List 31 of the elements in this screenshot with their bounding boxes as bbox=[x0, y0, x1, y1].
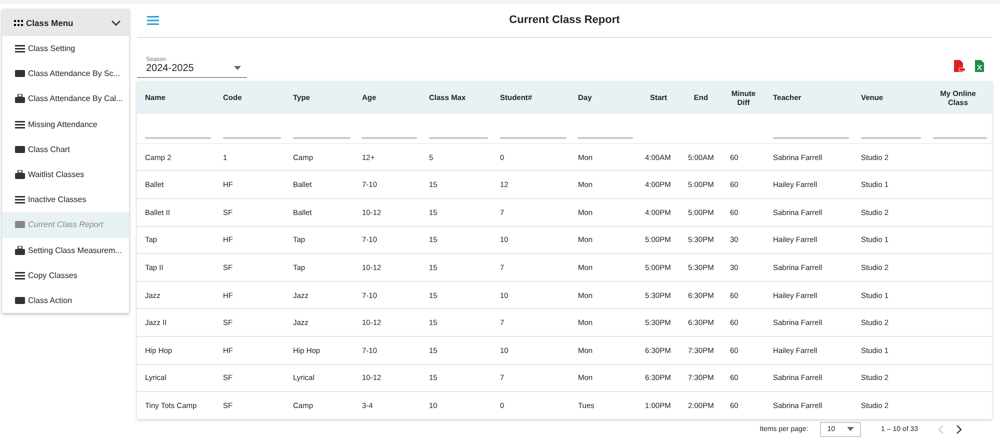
menu-item-icon bbox=[15, 220, 25, 230]
menu-item[interactable]: Class Setting bbox=[2, 36, 129, 62]
next-page-icon[interactable] bbox=[956, 424, 962, 434]
menu-item-icon bbox=[15, 195, 25, 204]
pdf-file-icon[interactable] bbox=[954, 60, 965, 72]
menu-item-icon bbox=[15, 296, 25, 305]
dropdown-arrow-icon bbox=[847, 427, 854, 432]
chevron-icon bbox=[111, 20, 121, 26]
menu-item-icon bbox=[15, 246, 25, 255]
menu-item-icon bbox=[15, 69, 25, 78]
menu-item-icon bbox=[15, 120, 25, 129]
menu-item[interactable]: Missing Attendance bbox=[2, 112, 129, 137]
menu-item[interactable]: Class Attendance By Cal... bbox=[2, 86, 129, 112]
menu-item[interactable]: Class Action bbox=[2, 288, 129, 314]
dropdown-arrow-icon bbox=[234, 66, 241, 70]
menu-item[interactable]: Copy Classes bbox=[2, 262, 129, 288]
menu-item-icon bbox=[15, 144, 25, 154]
menu-item-icon bbox=[15, 170, 25, 180]
menu-icon[interactable] bbox=[147, 16, 159, 25]
menu-header[interactable]: Class Menu bbox=[2, 9, 129, 36]
menu-item-icon bbox=[15, 44, 25, 54]
menu-item-icon bbox=[15, 270, 25, 280]
menu-item[interactable]: Class Attendance By Sc... bbox=[2, 61, 129, 86]
menu-item[interactable]: Class Chart bbox=[2, 136, 129, 162]
excel-file-icon[interactable] bbox=[975, 60, 984, 72]
menu-item-icon bbox=[15, 94, 25, 104]
grid-icon bbox=[14, 20, 23, 26]
menu-item[interactable]: Waitlist Classes bbox=[2, 162, 129, 188]
menu-item[interactable]: Inactive Classes bbox=[2, 187, 129, 212]
menu-item[interactable]: Setting Class Measurem... bbox=[2, 238, 129, 263]
page-title: Current Class Report bbox=[508, 14, 621, 26]
